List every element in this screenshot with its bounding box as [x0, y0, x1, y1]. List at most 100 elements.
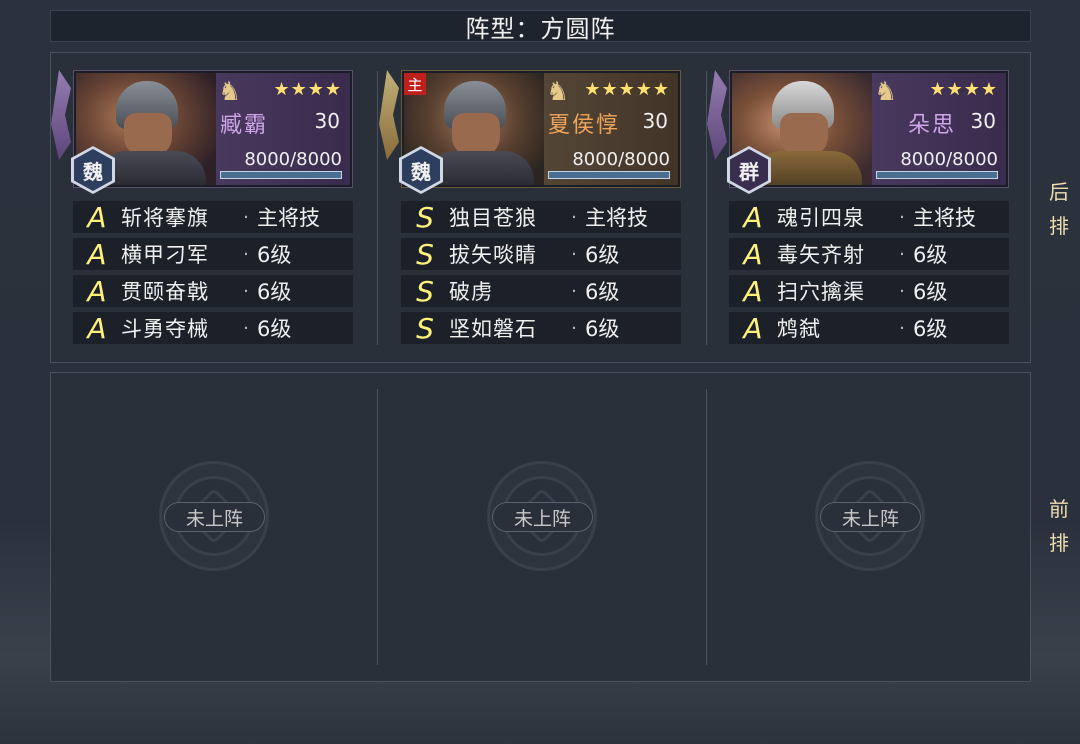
- back-row-label: 后 排: [1049, 180, 1069, 238]
- front-row-panel: 未上阵 未上阵 未上阵: [50, 372, 1031, 682]
- hero-card-0[interactable]: ♞ ★★★★ 臧霸 30 8000/8000 魏 A 斩将搴旗 · 主将技 A 横甲刁军…: [51, 70, 357, 349]
- hero-name: 朵思: [908, 113, 957, 138]
- skill-name: 破虏: [449, 280, 493, 304]
- hero-portrait-frame[interactable]: 主 ♞ ★★★★★ 夏侯惇 30 8000/8000: [401, 70, 681, 188]
- skill-tag: 6级: [257, 317, 292, 341]
- skill-tag: 6级: [913, 317, 948, 341]
- skill-name: 贯颐奋戟: [121, 280, 209, 304]
- hero-info: ♞ ★★★★★ 夏侯惇 30 8000/8000: [544, 73, 678, 185]
- horse-emblem-icon: ♞: [546, 77, 570, 107]
- skill-grade: A: [87, 237, 107, 271]
- skill-tag: 6级: [585, 243, 620, 267]
- empty-slot-1[interactable]: 未上阵: [379, 373, 705, 681]
- skill-tag: 6级: [585, 317, 620, 341]
- skill-grade: S: [416, 274, 434, 308]
- skill-separator: ·: [243, 280, 249, 302]
- skill-name: 独目苍狼: [449, 206, 537, 230]
- hero-info: ♞ ★★★★ 朵思 30 8000/8000: [872, 73, 1006, 185]
- horse-emblem-icon: ♞: [218, 77, 242, 107]
- skill-separator: ·: [571, 206, 577, 228]
- skill-tag: 6级: [913, 243, 948, 267]
- skill-row[interactable]: S 独目苍狼 · 主将技: [401, 200, 681, 234]
- back-row-panel: ♞ ★★★★ 臧霸 30 8000/8000 魏 A 斩将搴旗 · 主将技 A 横甲刁军…: [50, 52, 1031, 363]
- hp-bar: [220, 171, 342, 179]
- skill-tag: 6级: [585, 280, 620, 304]
- hp-bar: [548, 171, 670, 179]
- skill-row[interactable]: A 斗勇夺械 · 6级: [73, 311, 353, 345]
- skill-name: 魂引四泉: [777, 206, 865, 230]
- front-row-label: 前 排: [1049, 497, 1069, 555]
- skill-list: A 斩将搴旗 · 主将技 A 横甲刁军 · 6级 A 贯颐奋戟 · 6级 A 斗勇夺械 · 6级: [73, 200, 353, 345]
- skill-separator: ·: [571, 243, 577, 265]
- skill-grade: S: [416, 237, 434, 271]
- rarity-ornament: [707, 70, 727, 160]
- skill-separator: ·: [243, 243, 249, 265]
- skill-list: S 独目苍狼 · 主将技 S 拔矢啖睛 · 6级 S 破虏 · 6级 S 坚如磐石 · 6级: [401, 200, 681, 345]
- skill-separator: ·: [243, 317, 249, 339]
- empty-slot-0[interactable]: 未上阵: [51, 373, 377, 681]
- skill-tag: 主将技: [257, 206, 320, 230]
- skill-row[interactable]: S 破虏 · 6级: [401, 274, 681, 308]
- skill-name: 坚如磐石: [449, 317, 537, 341]
- skill-name: 鸩弑: [777, 317, 821, 341]
- skill-list: A 魂引四泉 · 主将技 A 毒矢齐射 · 6级 A 扫穴擒渠 · 6级 A 鸩弑 · 6级: [729, 200, 1009, 345]
- hero-name: 臧霸: [220, 113, 269, 138]
- skill-grade: S: [416, 200, 434, 234]
- hero-stars: ★★★★★: [584, 79, 670, 100]
- column-divider: [377, 389, 378, 665]
- hero-card-2[interactable]: ♞ ★★★★ 朵思 30 8000/8000 群 A 魂引四泉 · 主将技 A 毒矢齐射…: [707, 70, 1013, 349]
- skill-grade: S: [416, 311, 434, 345]
- horse-emblem-icon: ♞: [874, 77, 898, 107]
- skill-grade: A: [743, 200, 763, 234]
- hero-level: 30: [642, 109, 668, 133]
- skill-separator: ·: [899, 243, 905, 265]
- hero-hp: 8000/8000: [900, 149, 998, 170]
- skill-row[interactable]: A 扫穴擒渠 · 6级: [729, 275, 1009, 308]
- rarity-ornament: [379, 70, 399, 160]
- skill-grade: A: [87, 311, 107, 345]
- hero-stars: ★★★★: [273, 79, 342, 100]
- skill-row[interactable]: A 斩将搴旗 · 主将技: [73, 200, 353, 234]
- formation-title-bar: 阵型：方圆阵: [50, 10, 1031, 43]
- skill-tag: 主将技: [913, 206, 976, 230]
- skill-grade: A: [743, 237, 763, 271]
- formation-title: 阵型：方圆阵: [465, 14, 616, 43]
- skill-name: 斩将搴旗: [121, 206, 209, 230]
- empty-slot-2[interactable]: 未上阵: [707, 373, 1033, 681]
- skill-separator: ·: [899, 317, 905, 339]
- hero-card-1[interactable]: 主 ♞ ★★★★★ 夏侯惇 30 8000/8000 魏 S 独目苍狼 · 主将技 S…: [379, 70, 685, 349]
- hp-bar: [876, 171, 998, 179]
- column-divider: [377, 71, 378, 345]
- hero-info: ♞ ★★★★ 臧霸 30 8000/8000: [216, 73, 350, 185]
- skill-row[interactable]: A 魂引四泉 · 主将技: [729, 200, 1009, 234]
- skill-name: 横甲刁军: [121, 243, 209, 267]
- skill-row[interactable]: S 坚如磐石 · 6级: [401, 311, 681, 345]
- hero-stars: ★★★★: [929, 79, 998, 100]
- skill-row[interactable]: A 毒矢齐射 · 6级: [729, 237, 1009, 271]
- skill-separator: ·: [243, 206, 249, 228]
- hero-hp: 8000/8000: [572, 149, 670, 170]
- not-deployed-label[interactable]: 未上阵: [164, 502, 265, 532]
- skill-row[interactable]: S 拔矢啖睛 · 6级: [401, 237, 681, 271]
- skill-grade: A: [87, 274, 107, 308]
- skill-row[interactable]: A 横甲刁军 · 6级: [73, 237, 353, 271]
- skill-separator: ·: [571, 280, 577, 302]
- hero-portrait-frame[interactable]: ♞ ★★★★ 朵思 30 8000/8000: [729, 70, 1009, 188]
- skill-name: 毒矢齐射: [777, 243, 865, 267]
- skill-tag: 主将技: [585, 206, 648, 230]
- hero-level: 30: [314, 109, 340, 133]
- skill-grade: A: [87, 200, 107, 234]
- hero-hp: 8000/8000: [244, 149, 342, 170]
- skill-name: 扫穴擒渠: [777, 280, 865, 304]
- skill-tag: 6级: [257, 243, 292, 267]
- not-deployed-label[interactable]: 未上阵: [820, 502, 921, 532]
- skill-separator: ·: [899, 280, 905, 302]
- skill-row[interactable]: A 贯颐奋戟 · 6级: [73, 274, 353, 308]
- lord-badge: 主: [404, 73, 426, 95]
- skill-separator: ·: [899, 206, 905, 228]
- skill-row[interactable]: A 鸩弑 · 6级: [729, 311, 1009, 345]
- skill-grade: A: [743, 311, 763, 345]
- not-deployed-label[interactable]: 未上阵: [492, 502, 593, 532]
- rarity-ornament: [51, 70, 71, 160]
- hero-portrait-frame[interactable]: ♞ ★★★★ 臧霸 30 8000/8000: [73, 70, 353, 188]
